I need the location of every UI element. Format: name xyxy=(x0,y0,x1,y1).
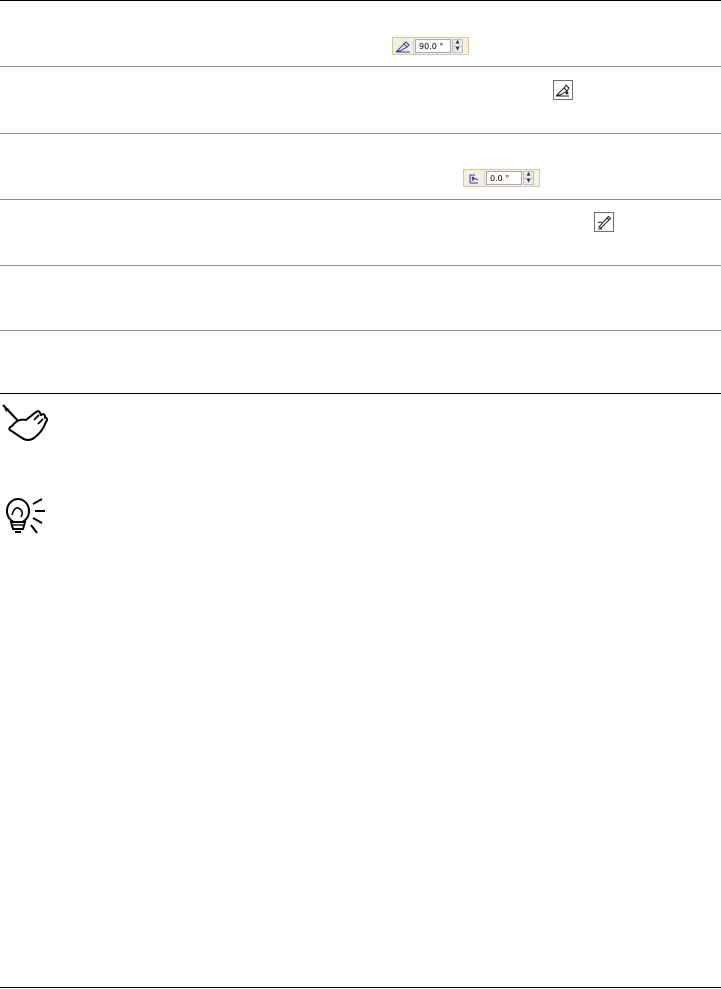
pen-edit-icon xyxy=(597,215,612,230)
spin-down-arrow[interactable]: ▼ xyxy=(452,46,463,53)
row-divider xyxy=(0,66,721,67)
table-top-rule xyxy=(0,0,721,1)
row-divider xyxy=(0,133,721,134)
table-bottom-rule xyxy=(0,393,721,394)
row-divider xyxy=(0,265,721,266)
tip-lightbulb-icon xyxy=(0,495,48,541)
pen-angle-value[interactable]: 90.0 ° xyxy=(419,42,443,51)
pen-edit-button[interactable] xyxy=(594,212,614,232)
calligraphic-pen-button[interactable] xyxy=(553,80,573,100)
row-divider xyxy=(0,199,721,200)
note-hand-icon xyxy=(0,402,50,446)
pen-angle-spinbox[interactable]: 90.0 ° ▲ ▼ xyxy=(392,37,469,55)
rotation-angle-spinbox[interactable]: 0.0 ° ▲ ▼ xyxy=(463,169,540,187)
pen-angle-icon xyxy=(393,38,414,54)
page-footer-rule xyxy=(0,987,721,988)
calligraphic-pen-icon xyxy=(555,84,570,97)
rotation-angle-value[interactable]: 0.0 ° xyxy=(490,174,509,183)
row-divider xyxy=(0,330,721,331)
rotation-angle-icon xyxy=(464,170,485,186)
spin-down-arrow[interactable]: ▼ xyxy=(523,178,534,185)
